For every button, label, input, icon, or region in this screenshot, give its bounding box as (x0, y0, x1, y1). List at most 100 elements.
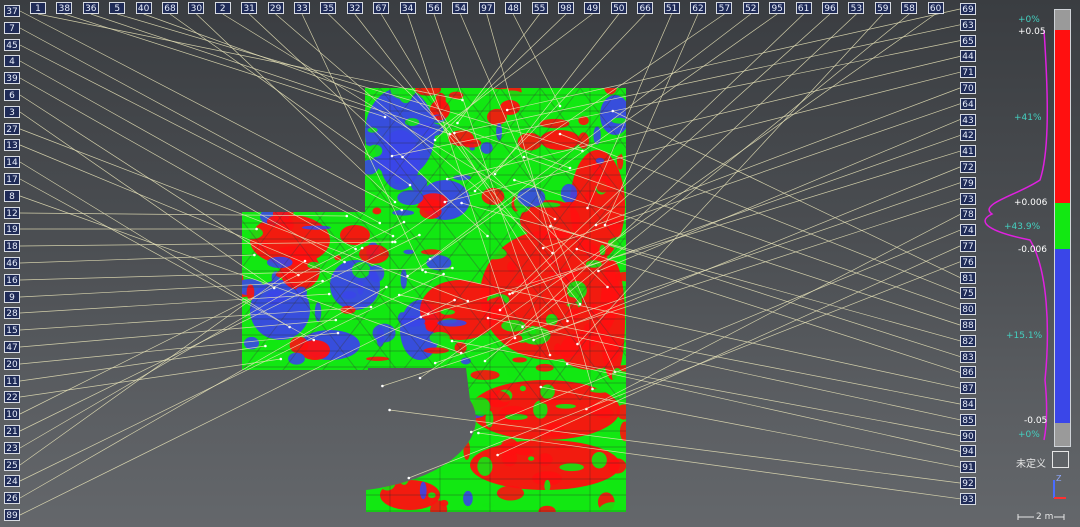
tag-82[interactable]: 82 (960, 334, 976, 347)
tag-38[interactable]: 38 (56, 2, 73, 14)
tag-31[interactable]: 31 (241, 2, 258, 14)
tag-60[interactable]: 60 (927, 2, 944, 14)
tag-57[interactable]: 57 (716, 2, 733, 14)
tag-49[interactable]: 49 (584, 2, 601, 14)
tag-75[interactable]: 75 (960, 287, 976, 300)
tag-23[interactable]: 23 (4, 442, 20, 454)
tag-43[interactable]: 43 (960, 113, 976, 126)
tag-68[interactable]: 68 (162, 2, 178, 14)
tag-20[interactable]: 20 (4, 358, 20, 370)
tag-5[interactable]: 5 (109, 2, 126, 14)
tag-44[interactable]: 44 (960, 50, 976, 63)
tag-98[interactable]: 98 (558, 2, 574, 14)
tag-51[interactable]: 51 (663, 2, 680, 14)
tag-77[interactable]: 77 (960, 240, 976, 252)
tag-53[interactable]: 53 (848, 2, 865, 14)
tag-32[interactable]: 32 (346, 2, 363, 14)
tag-21[interactable]: 21 (4, 425, 20, 437)
tag-65[interactable]: 65 (960, 34, 976, 47)
tag-66[interactable]: 66 (637, 2, 654, 14)
tag-95[interactable]: 95 (769, 2, 786, 14)
tag-3[interactable]: 3 (4, 106, 20, 118)
tag-13[interactable]: 13 (4, 139, 20, 151)
tag-48[interactable]: 48 (505, 2, 522, 14)
tag-59[interactable]: 59 (874, 2, 891, 14)
tag-28[interactable]: 28 (4, 307, 20, 319)
tag-72[interactable]: 72 (960, 161, 976, 173)
tag-24[interactable]: 24 (4, 475, 20, 487)
tag-14[interactable]: 14 (4, 156, 20, 168)
tag-19[interactable]: 19 (4, 223, 20, 235)
tag-70[interactable]: 70 (960, 82, 976, 94)
tag-64[interactable]: 64 (960, 97, 976, 110)
tag-50[interactable]: 50 (610, 2, 627, 14)
tag-46[interactable]: 46 (4, 257, 20, 269)
tag-16[interactable]: 16 (4, 274, 20, 286)
tag-10[interactable]: 10 (4, 408, 20, 420)
tag-63[interactable]: 63 (960, 18, 976, 31)
tag-42[interactable]: 42 (960, 129, 976, 142)
tag-35[interactable]: 35 (320, 2, 337, 14)
tag-86[interactable]: 86 (960, 366, 976, 379)
tag-27[interactable]: 27 (4, 123, 20, 135)
tag-26[interactable]: 26 (4, 492, 20, 504)
tag-37[interactable]: 37 (4, 5, 20, 17)
tag-76[interactable]: 76 (960, 255, 976, 268)
tag-58[interactable]: 58 (901, 2, 918, 14)
tag-33[interactable]: 33 (294, 2, 310, 14)
tag-36[interactable]: 36 (82, 2, 99, 14)
tag-87[interactable]: 87 (960, 382, 976, 395)
tag-62[interactable]: 62 (690, 2, 706, 14)
tag-18[interactable]: 18 (4, 240, 20, 252)
tag-39[interactable]: 39 (4, 72, 20, 84)
tag-4[interactable]: 4 (4, 55, 20, 67)
tag-88[interactable]: 88 (960, 319, 976, 331)
tag-93[interactable]: 93 (960, 492, 976, 505)
tag-30[interactable]: 30 (188, 2, 205, 14)
tag-74[interactable]: 74 (960, 224, 976, 237)
tag-96[interactable]: 96 (822, 2, 838, 14)
tag-91[interactable]: 91 (960, 461, 976, 474)
tag-94[interactable]: 94 (960, 445, 976, 458)
tag-2[interactable]: 2 (214, 2, 231, 14)
tag-47[interactable]: 47 (4, 341, 20, 353)
tag-84[interactable]: 84 (960, 398, 976, 410)
tag-85[interactable]: 85 (960, 413, 976, 426)
tag-92[interactable]: 92 (960, 477, 976, 489)
tag-22[interactable]: 22 (4, 391, 20, 403)
tag-17[interactable]: 17 (4, 173, 20, 185)
tag-6[interactable]: 6 (4, 89, 20, 101)
tag-80[interactable]: 80 (960, 303, 976, 316)
tag-40[interactable]: 40 (135, 2, 152, 14)
tag-97[interactable]: 97 (478, 2, 495, 14)
tag-89[interactable]: 89 (4, 509, 20, 521)
tag-61[interactable]: 61 (795, 2, 812, 14)
undefined-checkbox[interactable] (1052, 451, 1069, 468)
tag-1[interactable]: 1 (30, 2, 46, 14)
tag-41[interactable]: 41 (960, 145, 976, 158)
tag-73[interactable]: 73 (960, 192, 976, 205)
tag-52[interactable]: 52 (742, 2, 759, 14)
tag-11[interactable]: 11 (4, 375, 20, 387)
legend-label: +0.006 (1014, 198, 1048, 208)
tag-8[interactable]: 8 (4, 190, 20, 202)
tag-29[interactable]: 29 (267, 2, 284, 14)
tag-55[interactable]: 55 (531, 2, 548, 14)
tag-9[interactable]: 9 (4, 291, 20, 303)
tag-71[interactable]: 71 (960, 66, 976, 79)
tag-81[interactable]: 81 (960, 271, 976, 284)
tag-12[interactable]: 12 (4, 207, 20, 219)
tag-90[interactable]: 90 (960, 429, 976, 442)
tag-67[interactable]: 67 (373, 2, 390, 14)
tag-34[interactable]: 34 (399, 2, 416, 14)
tag-15[interactable]: 15 (4, 324, 20, 336)
tag-79[interactable]: 79 (960, 176, 976, 189)
tag-54[interactable]: 54 (452, 2, 469, 14)
tag-69[interactable]: 69 (960, 3, 976, 15)
tag-45[interactable]: 45 (4, 39, 20, 51)
tag-7[interactable]: 7 (4, 22, 20, 34)
tag-83[interactable]: 83 (960, 350, 976, 363)
tag-25[interactable]: 25 (4, 459, 20, 471)
tag-56[interactable]: 56 (426, 2, 442, 14)
tag-78[interactable]: 78 (960, 208, 976, 221)
